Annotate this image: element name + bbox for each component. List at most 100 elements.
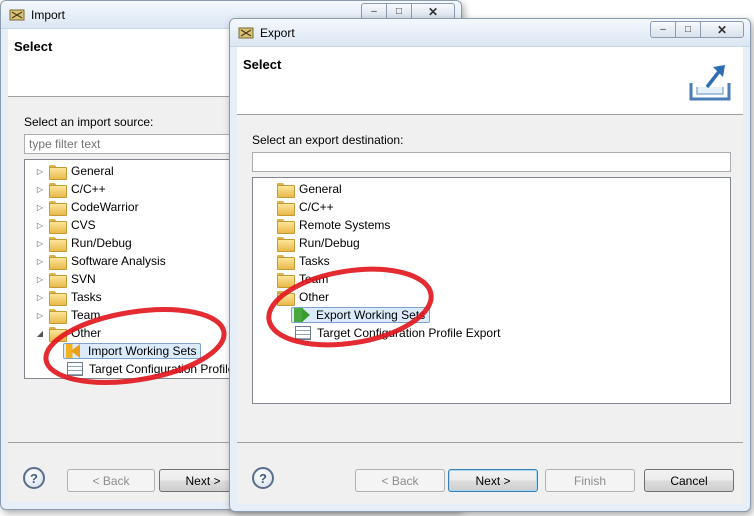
folder-icon (277, 200, 295, 216)
folder-icon (277, 236, 295, 252)
folder-icon (277, 290, 295, 306)
tree-item-target-configuration-profile-export[interactable]: Target Configuration Profile Export (295, 324, 500, 342)
tree-item-label: C/C++ (71, 182, 106, 196)
tree-item-codewarrior[interactable]: ▷ CodeWarrior (35, 198, 139, 216)
eclipse-app-icon (238, 27, 254, 39)
tree-item-software-analysis[interactable]: ▷ Software Analysis (35, 252, 166, 270)
tree-item-label: Team (71, 308, 101, 322)
tree-item-label: Tasks (71, 290, 102, 304)
tree-item-remote-systems[interactable]: Remote Systems (277, 216, 390, 234)
export-titlebar[interactable]: Export – □ ✕ (230, 19, 750, 47)
expand-icon[interactable]: ▷ (35, 238, 45, 248)
help-button[interactable]: ? (23, 467, 45, 489)
tree-item-label: Remote Systems (299, 218, 391, 232)
tree-item-other[interactable]: ◢ Other (35, 324, 101, 342)
export-header: Select (237, 47, 743, 115)
folder-icon (277, 182, 295, 198)
tree-item-general[interactable]: ▷ General (35, 162, 114, 180)
tree-item-label: Other (299, 290, 330, 304)
expand-icon[interactable]: ▷ (35, 292, 45, 302)
tree-item-label: General (299, 182, 342, 196)
target-configuration-icon (67, 362, 83, 376)
tree-item-label: General (71, 164, 114, 178)
tree-item-run-debug[interactable]: ▷ Run/Debug (35, 234, 132, 252)
folder-icon (277, 272, 295, 288)
close-button[interactable]: ✕ (700, 21, 744, 38)
help-button[interactable]: ? (252, 467, 274, 489)
expand-icon[interactable]: ▷ (35, 256, 45, 266)
export-button-divider (237, 442, 743, 443)
folder-icon (49, 272, 67, 288)
tree-item-label: Software Analysis (71, 254, 166, 268)
tree-item-label: SVN (71, 272, 96, 286)
tree-item-label: Run/Debug (299, 236, 360, 250)
tree-item-general[interactable]: General (277, 180, 342, 198)
maximize-icon: □ (395, 6, 403, 17)
export-header-title: Select (243, 57, 282, 72)
cancel-button[interactable]: Cancel (644, 469, 734, 492)
export-destination-tree[interactable]: General C/C++ Remote Systems Run/Debug T… (252, 177, 731, 404)
eclipse-app-icon (9, 9, 25, 21)
tree-item-label: Team (299, 272, 329, 286)
export-filter-input[interactable] (252, 152, 731, 172)
folder-icon (49, 218, 67, 234)
tree-item-label: Import Working Sets (88, 344, 197, 358)
collapse-icon[interactable]: ◢ (35, 328, 45, 338)
import-window-title: Import (31, 8, 66, 22)
help-icon: ? (30, 470, 38, 486)
folder-icon (49, 308, 67, 324)
expand-icon[interactable]: ▷ (35, 310, 45, 320)
folder-icon (49, 182, 67, 198)
back-button[interactable]: < Back (67, 469, 155, 492)
finish-button[interactable]: Finish (545, 469, 635, 492)
tree-item-cpp[interactable]: C/C++ (277, 198, 334, 216)
tree-item-import-working-sets[interactable]: Import Working Sets (63, 342, 202, 360)
tree-item-label: CodeWarrior (71, 200, 139, 214)
export-working-sets-icon (294, 308, 310, 322)
next-button[interactable]: Next > (448, 469, 538, 492)
tree-item-label: Target Configuration Profile Export (317, 326, 501, 340)
tree-item-label: Export Working Sets (316, 308, 426, 322)
tree-item-export-working-sets[interactable]: Export Working Sets (291, 306, 431, 324)
export-destination-label: Select an export destination: (252, 133, 404, 147)
folder-icon (277, 254, 295, 270)
maximize-button[interactable]: □ (675, 21, 701, 38)
tree-item-svn[interactable]: ▷ SVN (35, 270, 96, 288)
tree-item-cpp[interactable]: ▷ C/C++ (35, 180, 106, 198)
maximize-icon: □ (684, 24, 692, 35)
minimize-icon: – (371, 6, 377, 17)
target-configuration-icon (295, 326, 311, 340)
expand-icon[interactable]: ▷ (35, 184, 45, 194)
tree-item-team[interactable]: ▷ Team (35, 306, 100, 324)
back-button[interactable]: < Back (355, 469, 445, 492)
tree-item-label: Target Configuration Profile (89, 362, 235, 376)
close-icon: ✕ (427, 4, 439, 19)
tree-item-team[interactable]: Team (277, 270, 328, 288)
folder-icon (49, 290, 67, 306)
folder-icon (49, 236, 67, 252)
minimize-icon: – (660, 24, 666, 35)
folder-icon (49, 326, 67, 342)
folder-icon (49, 164, 67, 180)
tree-item-tasks[interactable]: Tasks (277, 252, 330, 270)
tree-item-cvs[interactable]: ▷ CVS (35, 216, 96, 234)
minimize-button[interactable]: – (650, 21, 676, 38)
export-window-title: Export (260, 26, 295, 40)
tree-item-tasks[interactable]: ▷ Tasks (35, 288, 102, 306)
tree-item-target-configuration-profile[interactable]: Target Configuration Profile (67, 360, 234, 378)
tree-item-run-debug[interactable]: Run/Debug (277, 234, 360, 252)
tree-item-label: CVS (71, 218, 96, 232)
folder-icon (49, 200, 67, 216)
expand-icon[interactable]: ▷ (35, 220, 45, 230)
expand-icon[interactable]: ▷ (35, 274, 45, 284)
export-client-area: Select Select an export destination: Gen… (237, 47, 743, 504)
expand-icon[interactable]: ▷ (35, 202, 45, 212)
tree-item-other[interactable]: Other (277, 288, 329, 306)
tree-item-label: Tasks (299, 254, 330, 268)
help-icon: ? (259, 470, 267, 486)
export-dialog: Export – □ ✕ Select Select an export des… (229, 18, 751, 512)
export-window-controls: – □ ✕ (650, 21, 744, 38)
tree-item-label: Run/Debug (71, 236, 132, 250)
import-header-title: Select (14, 39, 53, 54)
expand-icon[interactable]: ▷ (35, 166, 45, 176)
